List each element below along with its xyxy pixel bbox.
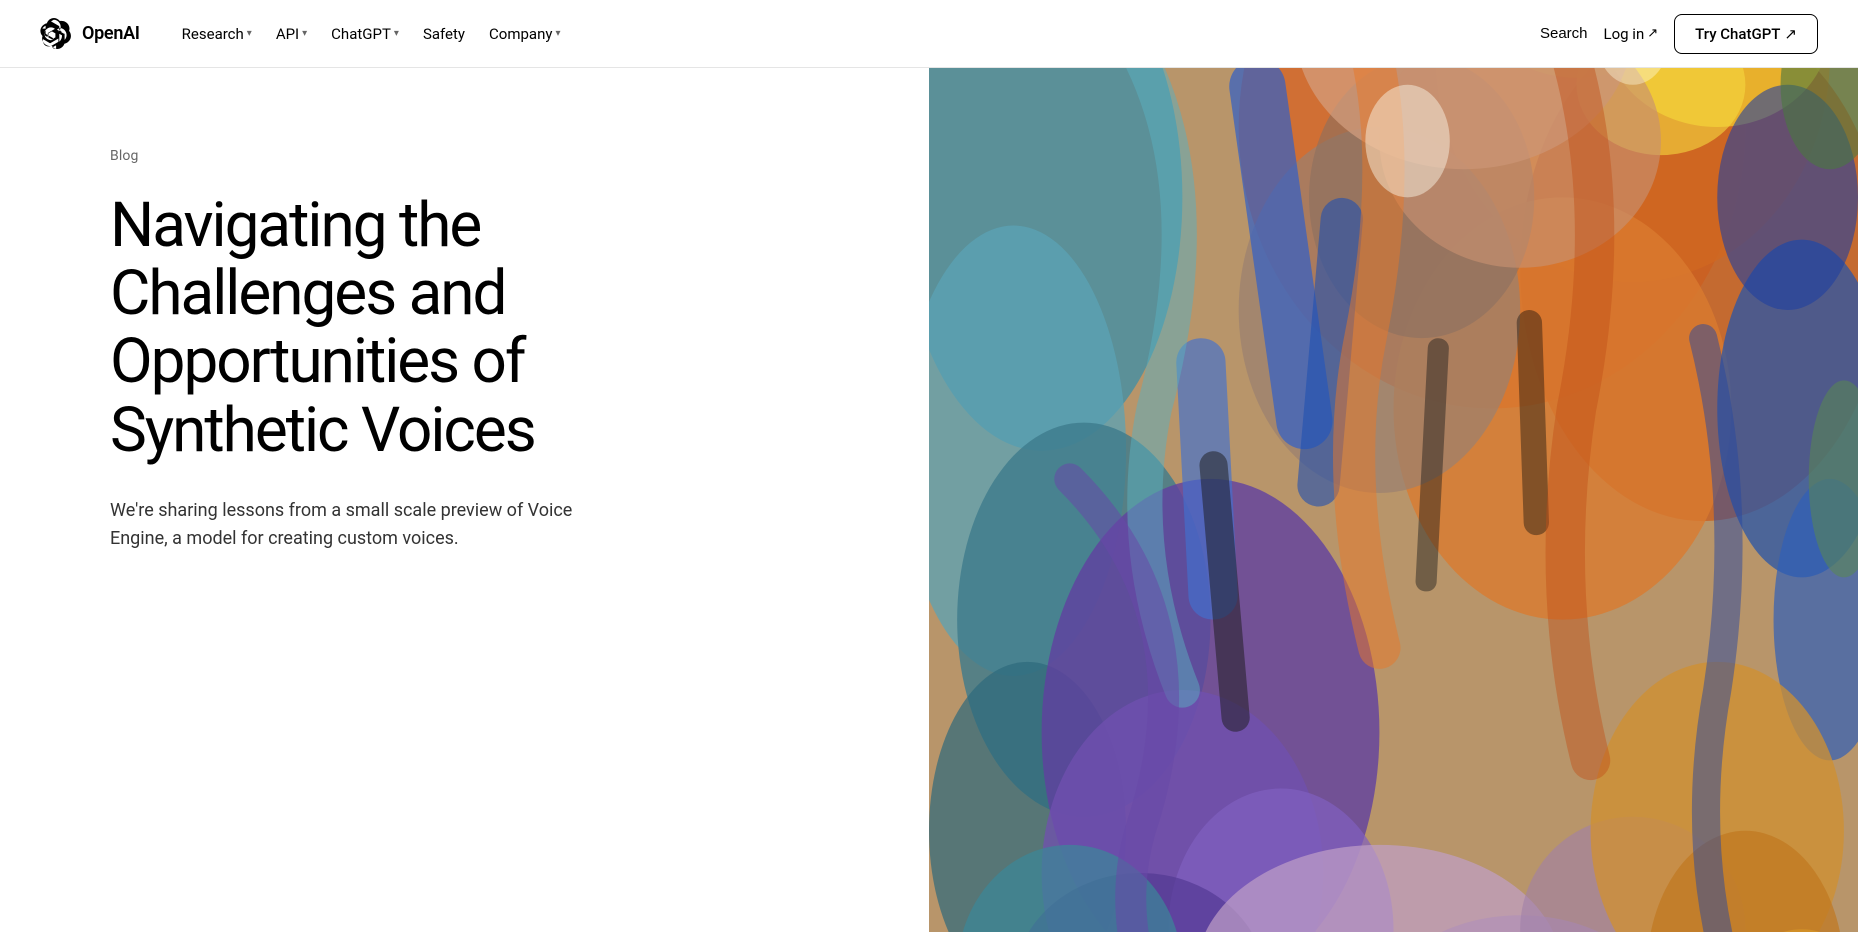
blog-label: Blog <box>110 148 869 164</box>
openai-logo-icon <box>40 18 72 50</box>
logo-link[interactable]: OpenAI <box>40 18 140 50</box>
nav-links-list: Research ▾ API ▾ ChatGPT ▾ Safety <box>172 19 571 49</box>
chevron-down-icon: ▾ <box>247 28 252 39</box>
login-link[interactable]: Log in ↗ <box>1604 25 1659 43</box>
nav-item-chatgpt[interactable]: ChatGPT ▾ <box>321 19 409 49</box>
chevron-down-icon: ▾ <box>302 28 307 39</box>
hero-text: Blog Navigating the Challenges and Oppor… <box>0 68 929 932</box>
logo-text: OpenAI <box>82 23 140 44</box>
try-chatgpt-button[interactable]: Try ChatGPT ↗ <box>1674 14 1818 54</box>
hero-section: Blog Navigating the Challenges and Oppor… <box>0 68 1858 932</box>
chevron-down-icon: ▾ <box>555 28 560 39</box>
nav-actions: Search Log in ↗ Try ChatGPT ↗ <box>1540 14 1818 54</box>
nav-item-company[interactable]: Company ▾ <box>479 19 570 49</box>
main-nav: OpenAI Research ▾ API ▾ ChatGPT ▾ <box>0 0 1858 68</box>
hero-image <box>929 68 1858 932</box>
external-link-icon: ↗ <box>1647 26 1658 41</box>
nav-link-chatgpt[interactable]: ChatGPT ▾ <box>321 19 409 49</box>
nav-item-research[interactable]: Research ▾ <box>172 19 262 49</box>
nav-link-company[interactable]: Company ▾ <box>479 19 570 49</box>
search-button[interactable]: Search <box>1540 19 1588 48</box>
nav-item-api[interactable]: API ▾ <box>266 19 317 49</box>
nav-link-research[interactable]: Research ▾ <box>172 19 262 49</box>
chevron-down-icon: ▾ <box>394 28 399 39</box>
hero-subtext: We're sharing lessons from a small scale… <box>110 497 610 553</box>
nav-item-safety[interactable]: Safety <box>413 19 475 49</box>
hero-headline: Navigating the Challenges and Opportunit… <box>110 192 690 465</box>
external-link-icon: ↗ <box>1784 25 1797 43</box>
nav-link-safety[interactable]: Safety <box>413 19 475 49</box>
nav-link-api[interactable]: API ▾ <box>266 19 317 49</box>
